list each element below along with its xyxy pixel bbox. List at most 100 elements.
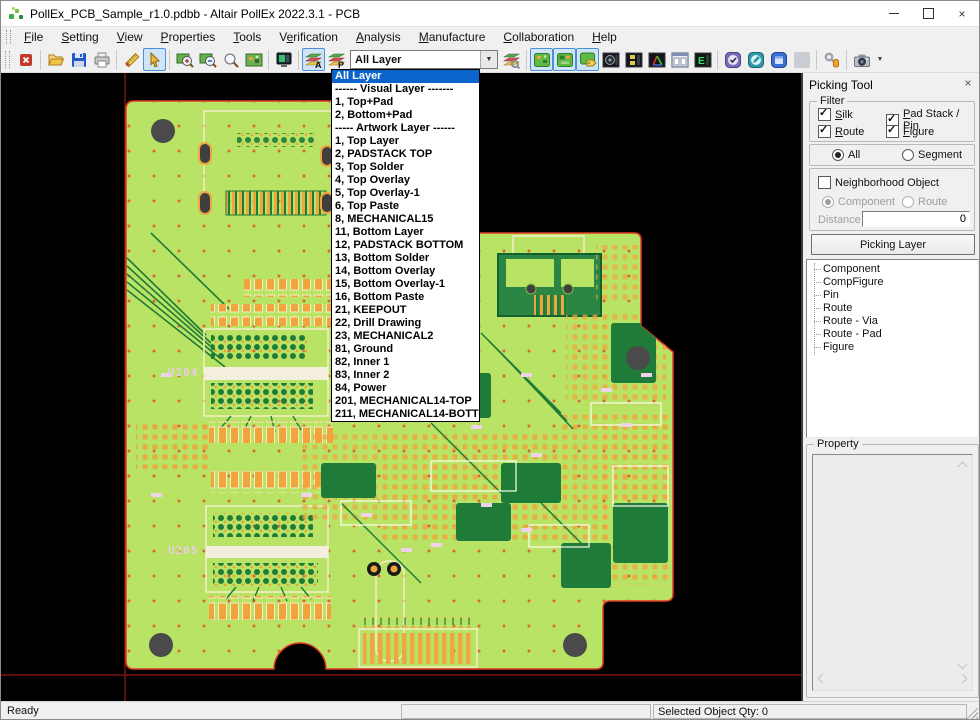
design-edit-icon[interactable] — [744, 48, 767, 71]
checkbox-box[interactable] — [886, 125, 899, 138]
drill-view-icon[interactable] — [599, 48, 622, 71]
minimize-icon[interactable] — [877, 1, 911, 26]
zoom-out-icon[interactable] — [196, 48, 219, 71]
net-window-icon[interactable]: E — [691, 48, 714, 71]
layer-option[interactable]: 21, KEEPOUT — [332, 304, 479, 317]
layer-option[interactable]: 2, PADSTACK TOP — [332, 148, 479, 161]
camera-icon[interactable] — [850, 48, 873, 71]
tree-item-component[interactable]: Component — [807, 263, 978, 276]
window-blue-icon[interactable] — [767, 48, 790, 71]
zoom-fit-icon[interactable] — [242, 48, 265, 71]
layer-option[interactable]: 201, MECHANICAL14-TOP — [332, 395, 479, 408]
pad-view-icon[interactable] — [622, 48, 645, 71]
layer-option[interactable]: 1, Top+Pad — [332, 96, 479, 109]
radio-dot[interactable] — [832, 149, 844, 161]
layer-option[interactable]: 12, PADSTACK BOTTOM — [332, 239, 479, 252]
layer-option[interactable]: 5, Top Overlay-1 — [332, 187, 479, 200]
toolbar-grip[interactable] — [5, 51, 10, 69]
scroll-down-icon[interactable] — [958, 660, 968, 670]
layer-setting-icon[interactable] — [500, 48, 523, 71]
layer-option[interactable]: 16, Bottom Paste — [332, 291, 479, 304]
layer-all-icon[interactable]: A — [302, 48, 325, 71]
checkbox-route[interactable]: Route — [818, 125, 864, 138]
layer-option[interactable]: 4, Top Overlay — [332, 174, 479, 187]
component-window-icon[interactable] — [668, 48, 691, 71]
layer-option[interactable]: 211, MECHANICAL14-BOTTOM — [332, 408, 479, 421]
tree-item-figure[interactable]: Figure — [807, 341, 978, 354]
menu-properties[interactable]: Properties — [152, 28, 225, 46]
menu-verification[interactable]: Verification — [270, 28, 347, 46]
zoom-window-icon[interactable] — [219, 48, 242, 71]
tree-item-route-via[interactable]: Route - Via — [807, 315, 978, 328]
checkbox-box[interactable] — [818, 108, 831, 121]
layer-option[interactable]: 81, Ground — [332, 343, 479, 356]
scroll-up-icon[interactable] — [958, 462, 968, 472]
checkbox-silk[interactable]: Silk — [818, 108, 853, 121]
toolbar-overflow-icon[interactable]: ▼ — [873, 48, 887, 71]
layer-option[interactable]: 83, Inner 2 — [332, 369, 479, 382]
menu-collaboration[interactable]: Collaboration — [494, 28, 583, 46]
radio-all[interactable]: All — [832, 149, 860, 161]
close-document-icon[interactable] — [14, 48, 37, 71]
checkbox-neighborhood-object[interactable]: Neighborhood Object — [818, 176, 939, 189]
radio-dot[interactable] — [902, 149, 914, 161]
tool-options-icon[interactable] — [820, 48, 843, 71]
tree-item-route[interactable]: Route — [807, 302, 978, 315]
checkbox-box[interactable] — [818, 125, 831, 138]
checkbox-box[interactable] — [818, 176, 831, 189]
scroll-left-icon[interactable] — [818, 674, 828, 684]
radio-segment[interactable]: Segment — [902, 149, 962, 161]
radio-route[interactable]: Route — [902, 196, 947, 208]
menubar-grip[interactable] — [6, 30, 11, 44]
save-icon[interactable] — [67, 48, 90, 71]
layer-option[interactable]: 15, Bottom Overlay-1 — [332, 278, 479, 291]
distance-input[interactable] — [862, 211, 970, 227]
property-grid[interactable] — [812, 454, 973, 691]
layer-option[interactable]: 84, Power — [332, 382, 479, 395]
tree-item-pin[interactable]: Pin — [807, 289, 978, 302]
view-3d-icon[interactable] — [645, 48, 668, 71]
checkbox-figure[interactable]: Figure — [886, 125, 934, 138]
layer-option[interactable]: All Layer — [332, 70, 479, 83]
resize-grip[interactable] — [965, 707, 978, 720]
measure-icon[interactable] — [120, 48, 143, 71]
radio-dot[interactable] — [902, 196, 914, 208]
layer-option[interactable]: 1, Top Layer — [332, 135, 479, 148]
open-file-icon[interactable] — [44, 48, 67, 71]
layer-option[interactable]: 6, Top Paste — [332, 200, 479, 213]
menu-tools[interactable]: Tools — [224, 28, 270, 46]
radio-dot[interactable] — [822, 196, 834, 208]
menu-help[interactable]: Help — [583, 28, 626, 46]
layer-option[interactable]: 14, Bottom Overlay — [332, 265, 479, 278]
radio-component[interactable]: Component — [822, 196, 895, 208]
scroll-right-icon[interactable] — [958, 674, 968, 684]
panel-close-icon[interactable]: × — [961, 76, 975, 90]
tree-item-route-pad[interactable]: Route - Pad — [807, 328, 978, 341]
layer-option[interactable]: 2, Bottom+Pad — [332, 109, 479, 122]
layer-option[interactable]: 13, Bottom Solder — [332, 252, 479, 265]
board-tag-icon[interactable] — [576, 48, 599, 71]
verify-check-icon[interactable] — [721, 48, 744, 71]
zoom-in-icon[interactable] — [173, 48, 196, 71]
layer-option[interactable]: 11, Bottom Layer — [332, 226, 479, 239]
menu-setting[interactable]: Setting — [52, 28, 107, 46]
maximize-icon[interactable] — [911, 1, 945, 26]
menu-view[interactable]: View — [108, 28, 152, 46]
print-icon[interactable] — [90, 48, 113, 71]
picking-layer-button[interactable]: Picking Layer — [811, 234, 975, 255]
menu-file[interactable]: File — [15, 28, 52, 46]
combobox-dropdown-icon[interactable]: ▼ — [480, 51, 497, 68]
menu-manufacture[interactable]: Manufacture — [410, 28, 495, 46]
select-cursor-icon[interactable] — [143, 48, 166, 71]
tree-item-compfigure[interactable]: CompFigure — [807, 276, 978, 289]
menu-analysis[interactable]: Analysis — [347, 28, 410, 46]
display-monitor-icon[interactable] — [272, 48, 295, 71]
layer-combobox[interactable]: All Layer ▼ — [350, 50, 498, 69]
layer-option[interactable]: 82, Inner 1 — [332, 356, 479, 369]
layer-option[interactable]: 23, MECHANICAL2 — [332, 330, 479, 343]
board-view-icon[interactable] — [530, 48, 553, 71]
layer-pad-icon[interactable]: P — [325, 48, 348, 71]
layer-option[interactable]: 22, Drill Drawing — [332, 317, 479, 330]
close-icon[interactable]: × — [945, 1, 979, 26]
layer-option[interactable]: 8, MECHANICAL15 — [332, 213, 479, 226]
